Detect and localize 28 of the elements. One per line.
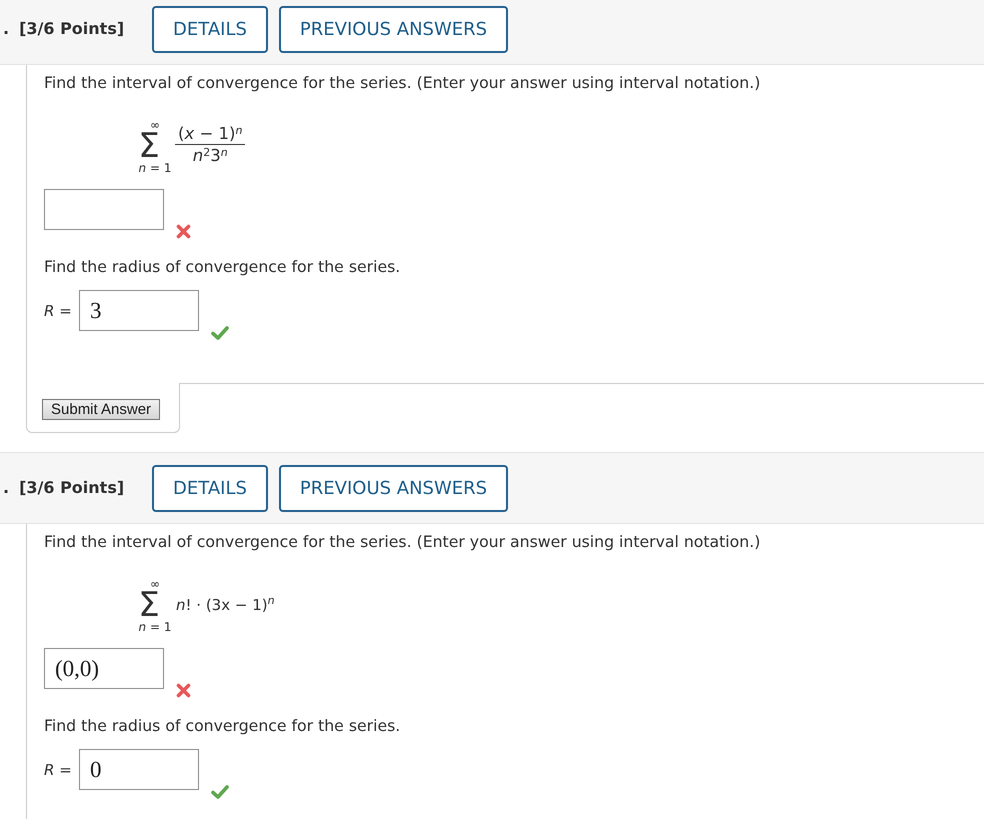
upper-limit: ∞	[150, 120, 160, 131]
details-button[interactable]: DETAILS	[152, 6, 268, 52]
submit-answer-button[interactable]: Submit Answer	[42, 399, 160, 420]
question-text: Find the interval of convergence for the series. (Enter your answer using interval notation.)	[44, 532, 762, 552]
denominator: n$^{2}$3$^{n}$	[192, 145, 229, 167]
summation-sign: Σ	[138, 590, 160, 620]
lower-limit: n = 1	[138, 620, 172, 634]
previous-answers-button[interactable]: PREVIOUS ANSWERS	[278, 464, 508, 512]
lower-limit: n = 1	[138, 161, 172, 175]
details-button[interactable]: DETAILS	[152, 464, 268, 512]
question-text: Find the radius of convergence for the series.	[44, 257, 402, 277]
points-label: [3/6 Points]	[19, 18, 124, 40]
answer-label: R =	[44, 300, 73, 320]
upper-limit: ∞	[150, 579, 160, 590]
question-number: .	[3, 18, 10, 40]
numerator: (x − 1)$^{n}$	[177, 124, 244, 144]
answer-field[interactable]: (0,0)	[44, 648, 164, 689]
answer-label: R =	[44, 760, 73, 780]
answer-field[interactable]: 3	[79, 290, 199, 331]
answer-field[interactable]: 0	[79, 749, 199, 790]
previous-answers-button[interactable]: PREVIOUS ANSWERS	[278, 6, 508, 52]
question-number: .	[3, 477, 10, 499]
question-text: Find the radius of convergence for the series.	[44, 716, 402, 736]
answer-field[interactable]	[44, 189, 164, 230]
series-term: n! · (3x − 1)$^{n}$	[176, 594, 275, 614]
summation-sign: Σ	[138, 131, 160, 161]
question-text: Find the interval of convergence for the series. (Enter your answer using interval notation.)	[44, 73, 762, 93]
points-label: [3/6 Points]	[19, 477, 124, 499]
